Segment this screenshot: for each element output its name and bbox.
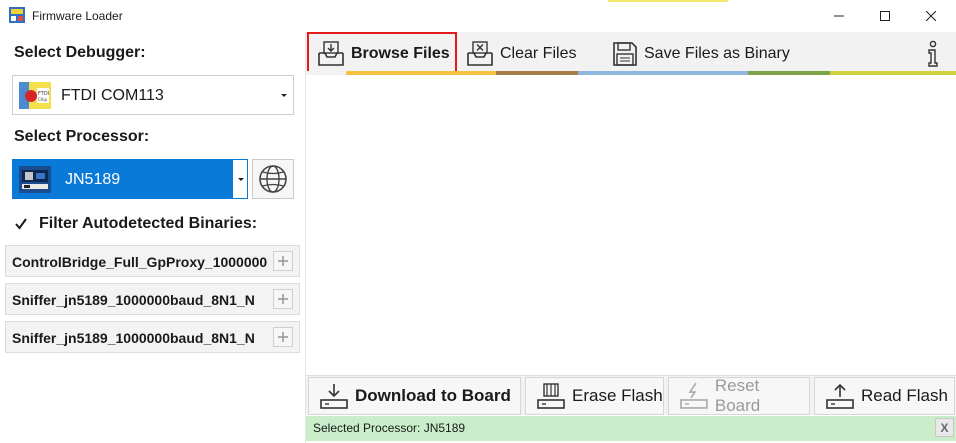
plus-icon	[278, 294, 288, 304]
add-binary-button[interactable]	[273, 327, 293, 347]
toolbar: Browse Files Clear Files Save Files as B…	[306, 32, 956, 75]
status-close-button[interactable]: X	[935, 418, 954, 437]
status-bar: Selected Processor: JN5189 X	[306, 416, 956, 441]
close-icon	[926, 11, 936, 21]
filter-label: Filter Autodetected Binaries:	[39, 215, 258, 232]
binary-item[interactable]: Sniffer_jn5189_1000000baud_8N1_N	[5, 321, 300, 353]
info-icon	[928, 40, 938, 67]
globe-button[interactable]	[252, 159, 294, 199]
left-panel: Select Debugger: FTDI Chip FTDI COM113 S…	[0, 32, 305, 443]
download-to-board-label: Download to Board	[355, 386, 511, 405]
reset-board-label: Reset Board	[714, 376, 761, 415]
globe-icon	[259, 165, 287, 193]
action-bar: Download to Board Erase Flash Reset Boar…	[306, 375, 956, 415]
debugger-select[interactable]: FTDI Chip FTDI COM113	[12, 75, 294, 115]
add-binary-button[interactable]	[273, 289, 293, 309]
status-text: Selected Processor: JN5189	[313, 421, 466, 435]
maximize-icon	[880, 11, 890, 21]
erase-flash-button[interactable]: Erase Flash	[525, 377, 664, 415]
binary-name: ControlBridge_Full_GpProxy_1000000	[12, 254, 268, 270]
svg-text:Chip: Chip	[38, 97, 47, 102]
select-processor-label: Select Processor:	[14, 128, 150, 145]
reset-board-button[interactable]: Reset Board	[668, 376, 810, 415]
minimize-button[interactable]	[816, 0, 862, 32]
window-title: Firmware Loader	[32, 9, 123, 23]
file-list-area[interactable]	[306, 75, 956, 375]
checkmark-icon	[15, 218, 27, 230]
upload-icon	[826, 383, 854, 409]
processor-board-icon	[19, 166, 51, 193]
reset-icon	[680, 382, 708, 409]
binary-item[interactable]: ControlBridge_Full_GpProxy_1000000	[5, 245, 300, 277]
clear-files-label: Clear Files	[500, 44, 577, 62]
read-flash-button[interactable]: Read Flash	[814, 377, 955, 415]
plus-icon	[278, 256, 288, 266]
clear-icon	[467, 40, 493, 66]
erase-flash-label: Erase Flash	[572, 386, 663, 405]
erase-icon	[537, 383, 565, 409]
processor-dropdown-button[interactable]	[233, 160, 247, 198]
processor-select-value: JN5189	[65, 171, 121, 188]
ftdi-device-icon: FTDI Chip	[19, 82, 51, 109]
add-binary-button[interactable]	[273, 251, 293, 271]
title-accent	[608, 0, 728, 2]
filter-row: Filter Autodetected Binaries:	[14, 214, 257, 234]
minimize-icon	[834, 15, 844, 17]
filter-checkbox[interactable]	[14, 217, 28, 231]
download-icon	[320, 384, 348, 409]
binary-name: Sniffer_jn5189_1000000baud_8N1_N	[12, 292, 255, 308]
save-files-label: Save Files as Binary	[644, 44, 790, 62]
maximize-button[interactable]	[862, 0, 908, 32]
browse-files-button[interactable]: Browse Files	[307, 32, 457, 75]
save-icon	[613, 41, 637, 66]
info-button[interactable]	[924, 32, 948, 75]
download-to-board-button[interactable]: Download to Board	[308, 377, 521, 415]
processor-select[interactable]: JN5189	[12, 159, 248, 199]
plus-icon	[278, 332, 288, 342]
debugger-select-value: FTDI COM113	[61, 87, 164, 104]
title-bar: Firmware Loader	[0, 0, 956, 32]
browse-files-label: Browse Files	[351, 44, 450, 62]
read-flash-label: Read Flash	[861, 386, 948, 405]
chevron-down-icon	[281, 94, 287, 97]
browse-icon	[318, 40, 344, 66]
binary-item[interactable]: Sniffer_jn5189_1000000baud_8N1_N	[5, 283, 300, 315]
binary-name: Sniffer_jn5189_1000000baud_8N1_N	[12, 330, 255, 346]
right-panel: Browse Files Clear Files Save Files as B…	[305, 32, 956, 443]
clear-files-button[interactable]: Clear Files	[464, 32, 584, 75]
close-button[interactable]	[908, 0, 954, 32]
select-debugger-label: Select Debugger:	[14, 44, 146, 61]
chevron-down-icon	[238, 178, 244, 181]
save-files-binary-button[interactable]: Save Files as Binary	[610, 32, 840, 75]
app-icon	[9, 7, 25, 23]
